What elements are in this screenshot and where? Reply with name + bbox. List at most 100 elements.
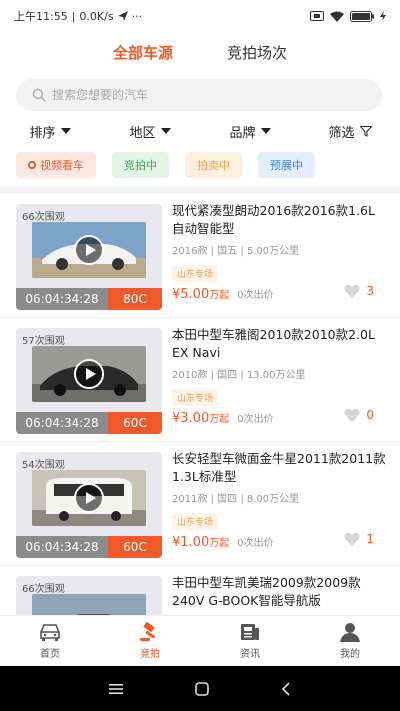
menu-icon[interactable] (109, 683, 123, 695)
like-button[interactable]: 3 (344, 284, 374, 298)
price-value: 5.00 (180, 287, 210, 302)
price-value: 1.00 (180, 535, 210, 550)
search-input[interactable] (52, 88, 352, 102)
car-photo (32, 222, 146, 278)
nav-news[interactable]: 资讯 (200, 616, 300, 666)
car-info: 长安轻型车微面金牛星2011款2011款 1.3L标准型 2011款 | 国四 … (172, 450, 386, 530)
chip-label: 视频看车 (40, 159, 84, 172)
region-tag: 山东专场 (172, 389, 219, 406)
lot-code: 60C (108, 412, 162, 434)
price-row: ¥5.00万起 0次出价 3 (172, 284, 374, 302)
car-title[interactable]: 丰田中型车凯美瑞2009款2009款 240V G-BOOK智能导航版 (172, 574, 386, 610)
heart-icon (344, 532, 360, 546)
home-icon[interactable] (195, 681, 209, 696)
list-item[interactable]: 54次围观 06:04:34:28 60C 长安轻型车微面金牛星2011款201… (0, 442, 400, 566)
filter-screen[interactable]: 筛选 (300, 118, 400, 144)
countdown-timer: 06:04:34:28 (16, 288, 108, 310)
car-meta: 2010款 | 国四 | 13.00万公里 (172, 370, 306, 381)
charging-icon (380, 11, 386, 21)
search-bar (16, 79, 382, 111)
heart-icon (344, 284, 360, 298)
car-photo (32, 594, 146, 615)
battery-icon (350, 10, 374, 22)
chip-auction[interactable]: 拍卖中 (185, 152, 242, 178)
filter-screen-label: 筛选 (328, 125, 355, 141)
car-info: 丰田中型车凯美瑞2009款2009款 240V G-BOOK智能导航版 (172, 574, 386, 610)
system-nav-bar (0, 666, 400, 711)
radio-dot-icon (28, 161, 36, 169)
view-count: 66次围观 (22, 212, 65, 223)
filter-sort[interactable]: 排序 (0, 118, 100, 144)
search-icon (32, 88, 46, 102)
car-meta: 2016款 | 国五 | 5.00万公里 (172, 246, 300, 257)
list-item[interactable]: 66次围观 06:04:34:28 80C 现代紧凑型朗动2016款2016款1… (0, 194, 400, 318)
like-count: 1 (366, 532, 374, 546)
sim-icon (310, 11, 324, 21)
car-list: 66次围观 06:04:34:28 80C 现代紧凑型朗动2016款2016款1… (0, 194, 400, 615)
send-icon (117, 11, 128, 21)
countdown-timer: 06:04:34:28 (16, 536, 108, 558)
status-time: 上午11:55 (14, 10, 68, 23)
user-icon (340, 623, 360, 642)
car-price: ¥1.00万起 (172, 534, 229, 550)
car-title[interactable]: 长安轻型车微面金牛星2011款2011款 1.3L标准型 (172, 450, 386, 486)
filter-sort-label: 排序 (29, 125, 56, 141)
lot-code: 60C (108, 536, 162, 558)
caret-down-icon (60, 128, 71, 134)
like-count: 3 (366, 284, 374, 298)
car-icon (40, 624, 60, 641)
like-button[interactable]: 0 (344, 408, 374, 422)
status-divider: | (71, 9, 76, 23)
like-button[interactable]: 1 (344, 532, 374, 546)
filter-region[interactable]: 地区 (100, 118, 200, 144)
nav-auction-label: 竞拍 (140, 649, 160, 660)
chip-bidding[interactable]: 竞拍中 (112, 152, 169, 178)
car-thumbnail[interactable]: 66次围观 06:04:34:28 80C (16, 204, 162, 310)
price-unit: 万起 (209, 414, 230, 425)
like-count: 0 (366, 408, 374, 422)
car-thumbnail[interactable]: 66次围观 (16, 576, 162, 615)
list-item[interactable]: 57次围观 06:04:34:28 60C 本田中型车雅阁2010款2010款2… (0, 318, 400, 442)
heart-icon (344, 408, 360, 422)
nav-home-label: 首页 (40, 649, 60, 660)
car-title[interactable]: 现代紧凑型朗动2016款2016款1.6L 自动智能型 (172, 202, 386, 238)
bid-count: 0次出价 (237, 290, 274, 301)
filter-region-label: 地区 (129, 125, 156, 141)
list-item[interactable]: 66次围观 丰田中型车凯美瑞2009款2009款 240V G-BOOK智能导航… (0, 566, 400, 615)
price-value: 3.00 (180, 411, 210, 426)
filter-brand[interactable]: 品牌 (200, 118, 300, 144)
price-row: ¥3.00万起 0次出价 0 (172, 408, 374, 426)
caret-down-icon (160, 128, 171, 134)
countdown-timer: 06:04:34:28 (16, 412, 108, 434)
car-info: 本田中型车雅阁2010款2010款2.0L EX Navi 2010款 | 国四… (172, 326, 386, 406)
nav-auction[interactable]: 竞拍 (100, 616, 200, 666)
nav-profile[interactable]: 我的 (300, 616, 400, 666)
bottom-nav: 首页 竞拍 资讯 我的 (0, 615, 400, 666)
back-icon[interactable] (281, 681, 291, 696)
region-tag: 山东专场 (172, 513, 219, 530)
funnel-icon (359, 125, 372, 137)
car-info: 现代紧凑型朗动2016款2016款1.6L 自动智能型 2016款 | 国五 |… (172, 202, 386, 282)
bid-count: 0次出价 (237, 538, 274, 549)
tab-auction-sessions[interactable]: 竞拍场次 (227, 42, 287, 63)
lot-code: 80C (108, 288, 162, 310)
chip-video-view[interactable]: 视频看车 (16, 152, 96, 178)
car-thumbnail[interactable]: 57次围观 06:04:34:28 60C (16, 328, 162, 434)
status-more: ··· (131, 9, 143, 23)
status-chips: 视频看车 竞拍中 拍卖中 预展中 (16, 152, 315, 178)
status-speed: 0.0K/s (79, 9, 114, 23)
car-title[interactable]: 本田中型车雅阁2010款2010款2.0L EX Navi (172, 326, 386, 362)
play-video-button[interactable] (74, 235, 104, 265)
car-meta: 2011款 | 国四 | 8.00万公里 (172, 494, 300, 505)
car-photo (32, 470, 146, 526)
play-video-button[interactable] (74, 359, 104, 389)
gavel-icon (140, 622, 156, 641)
nav-home[interactable]: 首页 (0, 616, 100, 666)
car-price: ¥3.00万起 (172, 410, 229, 426)
caret-down-icon (260, 128, 271, 134)
chip-preview[interactable]: 预展中 (258, 152, 315, 178)
tab-all-cars[interactable]: 全部车源 (113, 42, 173, 63)
car-thumbnail[interactable]: 54次围观 06:04:34:28 60C (16, 452, 162, 558)
section-divider (0, 186, 400, 194)
play-video-button[interactable] (74, 483, 104, 513)
